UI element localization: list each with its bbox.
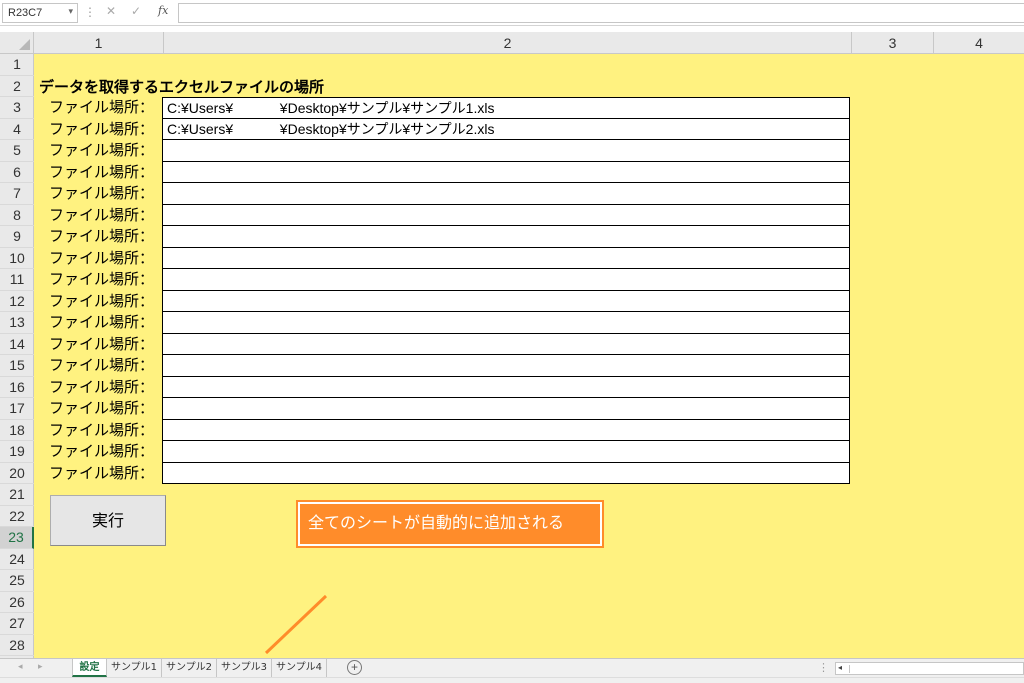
add-sheet-icon[interactable]: + (347, 660, 362, 675)
file-path-cell[interactable]: C:¥Users¥ ¥Desktop¥サンプル¥サンプル1.xls (162, 97, 850, 119)
file-location-label: ファイル場所： (48, 292, 154, 310)
row-header-23[interactable]: 23 (0, 527, 34, 549)
file-path-cell[interactable] (162, 419, 850, 441)
file-location-label: ファイル場所： (48, 400, 154, 417)
split-handle-icon[interactable]: ⋮ (818, 661, 829, 674)
file-location-label: ファイル場所： (48, 271, 154, 288)
tab-sample4[interactable]: サンプル4 (272, 659, 327, 677)
tab-scroll-left-icon[interactable]: ◂ (18, 661, 23, 672)
row-header-28[interactable]: 28 (0, 635, 34, 656)
sheet-heading: データを取得するエクセルファイルの場所 (39, 79, 325, 96)
file-location-label: ファイル場所： (48, 464, 154, 482)
file-path-cell[interactable] (162, 204, 850, 226)
row-header-5[interactable]: 5 (0, 140, 34, 162)
file-path-cell[interactable] (162, 161, 850, 183)
row-header-10[interactable]: 10 (0, 248, 34, 269)
row-header-1[interactable]: 1 (0, 54, 34, 76)
file-path-cell[interactable] (162, 376, 850, 398)
scroll-left-icon[interactable]: ◂ (838, 663, 842, 672)
file-location-label: ファイル場所： (48, 357, 154, 374)
enter-icon[interactable]: ✓ (131, 4, 141, 18)
file-location-label: ファイル場所： (48, 99, 154, 116)
row-header-11[interactable]: 11 (0, 269, 34, 291)
tab-sample1[interactable]: サンプル1 (107, 659, 162, 677)
scrollbar-thumb[interactable] (849, 665, 1021, 673)
file-location-label: ファイル場所： (48, 378, 154, 396)
row-header-15[interactable]: 15 (0, 355, 34, 377)
column-header-4[interactable]: 4 (934, 32, 1024, 54)
row-header-14[interactable]: 14 (0, 334, 34, 355)
row-header-25[interactable]: 25 (0, 570, 34, 592)
file-path-cell[interactable] (162, 398, 850, 420)
file-path-cell[interactable] (162, 140, 850, 162)
row-header-27[interactable]: 27 (0, 613, 34, 635)
file-path-cell[interactable] (162, 333, 850, 355)
row-header-9[interactable]: 9 (0, 226, 34, 248)
run-button[interactable]: 実行 (50, 495, 166, 546)
column-header-1[interactable]: 1 (34, 32, 164, 54)
row-header-2[interactable]: 2 (0, 76, 34, 97)
row-header-20[interactable]: 20 (0, 463, 34, 484)
file-path-cell[interactable] (162, 312, 850, 334)
file-location-label: ファイル場所： (48, 206, 154, 224)
status-bar (0, 677, 1024, 683)
horizontal-scrollbar[interactable]: ◂ (835, 662, 1024, 675)
tab-settings[interactable]: 設定 (72, 659, 107, 677)
row-header-21[interactable]: 21 (0, 484, 34, 506)
formula-input[interactable] (178, 3, 1024, 23)
file-path-cell[interactable]: C:¥Users¥ ¥Desktop¥サンプル¥サンプル2.xls (162, 118, 850, 140)
file-location-label: ファイル場所： (48, 249, 154, 267)
row-header-12[interactable]: 12 (0, 291, 34, 312)
chevron-down-icon[interactable]: ▾ (68, 6, 73, 17)
tab-scroll-right-icon[interactable]: ▸ (38, 661, 43, 672)
tab-sample2[interactable]: サンプル2 (162, 659, 217, 677)
sheet-area[interactable]: データを取得するエクセルファイルの場所 実行 ファイル場所： C:¥Users¥ … (34, 54, 1024, 658)
file-path-cell[interactable] (162, 441, 850, 463)
separator-dots-icon: ⋮ (84, 5, 96, 19)
file-location-label: ファイル場所： (48, 421, 154, 439)
file-location-label: ファイル場所： (48, 163, 154, 181)
file-location-label: ファイル場所： (48, 335, 154, 353)
row-header-26[interactable]: 26 (0, 592, 34, 613)
file-path-cell[interactable] (162, 290, 850, 312)
file-path-cell[interactable] (162, 247, 850, 269)
row-header-7[interactable]: 7 (0, 183, 34, 205)
file-path-cell[interactable] (162, 355, 850, 377)
row-header-18[interactable]: 18 (0, 420, 34, 441)
column-header-2[interactable]: 2 (164, 32, 852, 54)
row-header-22[interactable]: 22 (0, 506, 34, 527)
row-header-13[interactable]: 13 (0, 312, 34, 334)
row-header-16[interactable]: 16 (0, 377, 34, 398)
formula-bar: R23C7 ▾ ⋮ ✕ ✓ fx (0, 0, 1024, 26)
file-path-cell[interactable] (162, 183, 850, 205)
sheet-tab-bar: ◂ ▸ 設定 サンプル1 サンプル2 サンプル3 サンプル4 + ⋮ ◂ (0, 658, 1024, 677)
insert-function-icon[interactable]: fx (158, 4, 168, 17)
file-path-cell[interactable] (162, 462, 850, 484)
tab-sample3[interactable]: サンプル3 (217, 659, 272, 677)
file-path-cell[interactable] (162, 269, 850, 291)
row-headers: 1 2 3 4 5 6 7 8 9 10 11 12 13 14 15 16 17 18 19 20 21 22 23 24 2… (0, 54, 34, 658)
file-location-label: ファイル場所： (48, 443, 154, 460)
row-header-24[interactable]: 24 (0, 549, 34, 570)
file-location-label: ファイル場所： (48, 120, 154, 138)
file-location-label: ファイル場所： (48, 142, 154, 159)
cancel-icon[interactable]: ✕ (106, 4, 116, 18)
row-header-4[interactable]: 4 (0, 119, 34, 140)
row-header-3[interactable]: 3 (0, 97, 34, 119)
file-location-label: ファイル場所： (48, 314, 154, 331)
column-header-3[interactable]: 3 (852, 32, 934, 54)
row-header-17[interactable]: 17 (0, 398, 34, 420)
row-header-6[interactable]: 6 (0, 162, 34, 183)
name-box[interactable]: R23C7 ▾ (2, 3, 78, 23)
name-box-value: R23C7 (8, 7, 43, 19)
select-all-corner[interactable] (0, 32, 34, 54)
callout-box: 全てのシートが自動的に追加される (296, 500, 604, 548)
file-location-label: ファイル場所： (48, 185, 154, 202)
row-header-19[interactable]: 19 (0, 441, 34, 463)
file-path-cell[interactable] (162, 226, 850, 248)
row-header-8[interactable]: 8 (0, 205, 34, 226)
file-location-label: ファイル場所： (48, 228, 154, 245)
